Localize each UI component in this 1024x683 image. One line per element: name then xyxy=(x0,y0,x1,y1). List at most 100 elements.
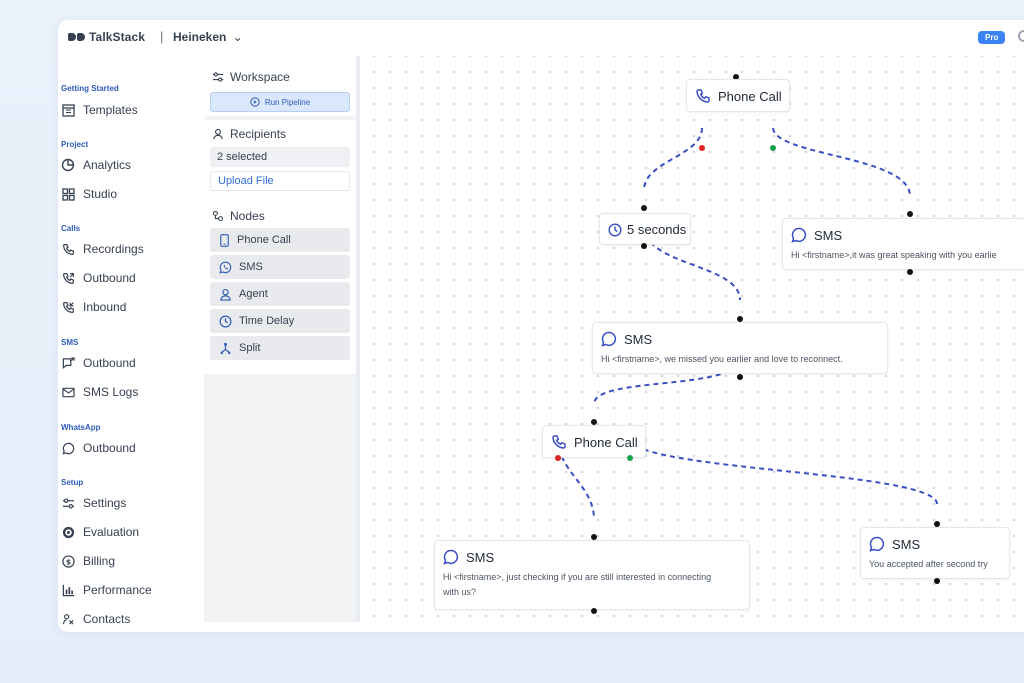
node-sms-bottom-right[interactable]: SMS You accepted after second try xyxy=(860,527,1010,579)
recipients-selected[interactable]: 2 selected xyxy=(210,147,350,167)
mail-icon xyxy=(61,385,75,399)
sidebar-item-whatsapp-outbound[interactable]: Outbound xyxy=(61,441,136,455)
node-time-delay[interactable]: 5 seconds xyxy=(599,213,691,245)
node-title: 5 seconds xyxy=(608,222,690,237)
pipeline-panel: Workspace Run Pipeline Recipients 2 sele… xyxy=(204,62,356,622)
phone-device-icon xyxy=(219,233,230,247)
node-item-phone-call[interactable]: Phone Call xyxy=(210,228,350,252)
brand-name: TalkStack xyxy=(89,30,146,44)
workspace-switcher[interactable]: Heineken ⌄ xyxy=(173,30,243,44)
nodes-label: Nodes xyxy=(230,209,265,223)
node-phone-call-2[interactable]: Phone Call xyxy=(542,425,646,458)
sidebar-item-contacts[interactable]: Contacts xyxy=(61,612,130,626)
sidebar-item-label: Performance xyxy=(83,583,152,597)
node-sms-right[interactable]: SMS Hi <firstname>,it was great speaking… xyxy=(782,218,1024,270)
upload-file-button[interactable]: Upload File xyxy=(210,171,350,191)
pro-badge: Pro xyxy=(978,31,1006,44)
node-item-sms[interactable]: SMS xyxy=(210,255,350,279)
sidebar-item-evaluation[interactable]: Evaluation xyxy=(61,525,139,539)
node-message-text: Hi <firstname>, we missed you earlier an… xyxy=(601,354,843,364)
section-setup: Setup xyxy=(61,478,84,487)
nodes-icon xyxy=(212,210,224,222)
handle-out[interactable] xyxy=(737,374,743,380)
handle-out[interactable] xyxy=(641,243,647,249)
workspace-block: Workspace Run Pipeline xyxy=(204,62,356,116)
run-pipeline-label: Run Pipeline xyxy=(264,97,311,107)
nodes-heading: Nodes xyxy=(212,209,265,223)
node-title-label: Phone Call xyxy=(718,88,782,104)
node-item-agent[interactable]: Agent xyxy=(210,282,350,306)
sidebar-item-billing[interactable]: $ Billing xyxy=(61,554,115,568)
sidebar-item-label: Evaluation xyxy=(83,525,140,539)
sidebar-item-label: Templates xyxy=(83,103,138,117)
top-bar: TalkStack | Heineken ⌄ Pro xyxy=(58,20,1024,56)
node-title-label: SMS xyxy=(814,227,843,243)
sidebar-item-settings[interactable]: Settings xyxy=(61,496,126,510)
handle-in[interactable] xyxy=(907,211,913,217)
account-circle-icon[interactable] xyxy=(1018,30,1024,42)
bar-chart-icon xyxy=(61,583,75,597)
run-pipeline-button[interactable]: Run Pipeline xyxy=(210,92,350,112)
target-icon xyxy=(61,525,75,539)
sidebar-item-templates[interactable]: Templates xyxy=(61,103,138,117)
pipeline-canvas[interactable]: Phone Call 5 seconds SMS Hi <firstname>,… xyxy=(360,56,1024,622)
handle-success[interactable] xyxy=(770,145,776,151)
handle-fail[interactable] xyxy=(699,145,705,151)
chat-bubble-icon xyxy=(791,227,807,243)
node-message-text: Hi <firstname>,it was great speaking wit… xyxy=(791,250,997,260)
handle-out[interactable] xyxy=(934,578,940,584)
sidebar-item-label: Analytics xyxy=(83,158,132,172)
node-item-label: Agent xyxy=(239,288,268,300)
sidebar-item-inbound[interactable]: Inbound xyxy=(61,300,126,314)
recipients-heading: Recipients xyxy=(212,127,286,141)
handle-out[interactable] xyxy=(907,269,913,275)
sidebar-item-recordings[interactable]: Recordings xyxy=(61,242,144,256)
header-separator: | xyxy=(160,29,164,44)
svg-text:$: $ xyxy=(65,557,70,566)
dollar-icon: $ xyxy=(61,554,75,568)
sidebar-item-sms-outbound[interactable]: Outbound xyxy=(61,356,136,370)
message-outgoing-icon xyxy=(61,356,75,370)
section-calls: Calls xyxy=(61,224,81,233)
node-item-time-delay[interactable]: Time Delay xyxy=(210,309,350,333)
handle-success[interactable] xyxy=(627,455,633,461)
sidebar-item-sms-logs[interactable]: SMS Logs xyxy=(61,385,138,399)
node-sms-bottom[interactable]: SMS Hi <firstname>, just checking if you… xyxy=(434,540,750,610)
contacts-icon xyxy=(61,612,75,626)
brand-logo[interactable]: TalkStack xyxy=(68,30,145,44)
sidebar-item-performance[interactable]: Performance xyxy=(61,583,152,597)
edge-call1-to-delay xyxy=(643,127,703,191)
sidebar-item-label: Billing xyxy=(83,554,116,568)
sidebar-item-analytics[interactable]: Analytics xyxy=(61,158,131,172)
node-title-label: SMS xyxy=(466,549,495,565)
node-title: SMS xyxy=(443,549,749,565)
workspace-label: Workspace xyxy=(230,70,290,84)
talkstack-logo-icon xyxy=(68,33,85,41)
node-title: SMS xyxy=(869,536,1009,552)
handle-in[interactable] xyxy=(641,205,647,211)
sidebar-item-label: Recordings xyxy=(83,242,144,256)
phone-incoming-icon xyxy=(61,300,75,314)
handle-out[interactable] xyxy=(591,608,597,614)
sidebar-item-label: Outbound xyxy=(83,271,136,285)
sidebar-item-label: Settings xyxy=(83,496,127,510)
section-project: Project xyxy=(61,140,89,149)
chevron-down-icon: ⌄ xyxy=(232,30,243,44)
sliders-icon xyxy=(212,71,224,83)
user-icon xyxy=(219,288,232,301)
phone-icon xyxy=(61,242,75,256)
sidebar-item-label: Outbound xyxy=(83,356,136,370)
node-item-split[interactable]: Split xyxy=(210,336,350,360)
node-sms-mid[interactable]: SMS Hi <firstname>, we missed you earlie… xyxy=(592,322,888,374)
chat-bubble-icon xyxy=(443,549,459,565)
sidebar-item-studio[interactable]: Studio xyxy=(61,187,117,201)
phone-icon xyxy=(695,88,711,104)
node-phone-call-1[interactable]: Phone Call xyxy=(686,79,790,112)
handle-fail[interactable] xyxy=(555,455,561,461)
sliders-icon xyxy=(61,496,75,510)
templates-icon xyxy=(61,103,75,117)
sidebar-item-label: Studio xyxy=(83,187,118,201)
phone-icon xyxy=(551,434,567,450)
sidebar-item-calls-outbound[interactable]: Outbound xyxy=(61,271,136,285)
node-title-label: SMS xyxy=(892,536,921,552)
